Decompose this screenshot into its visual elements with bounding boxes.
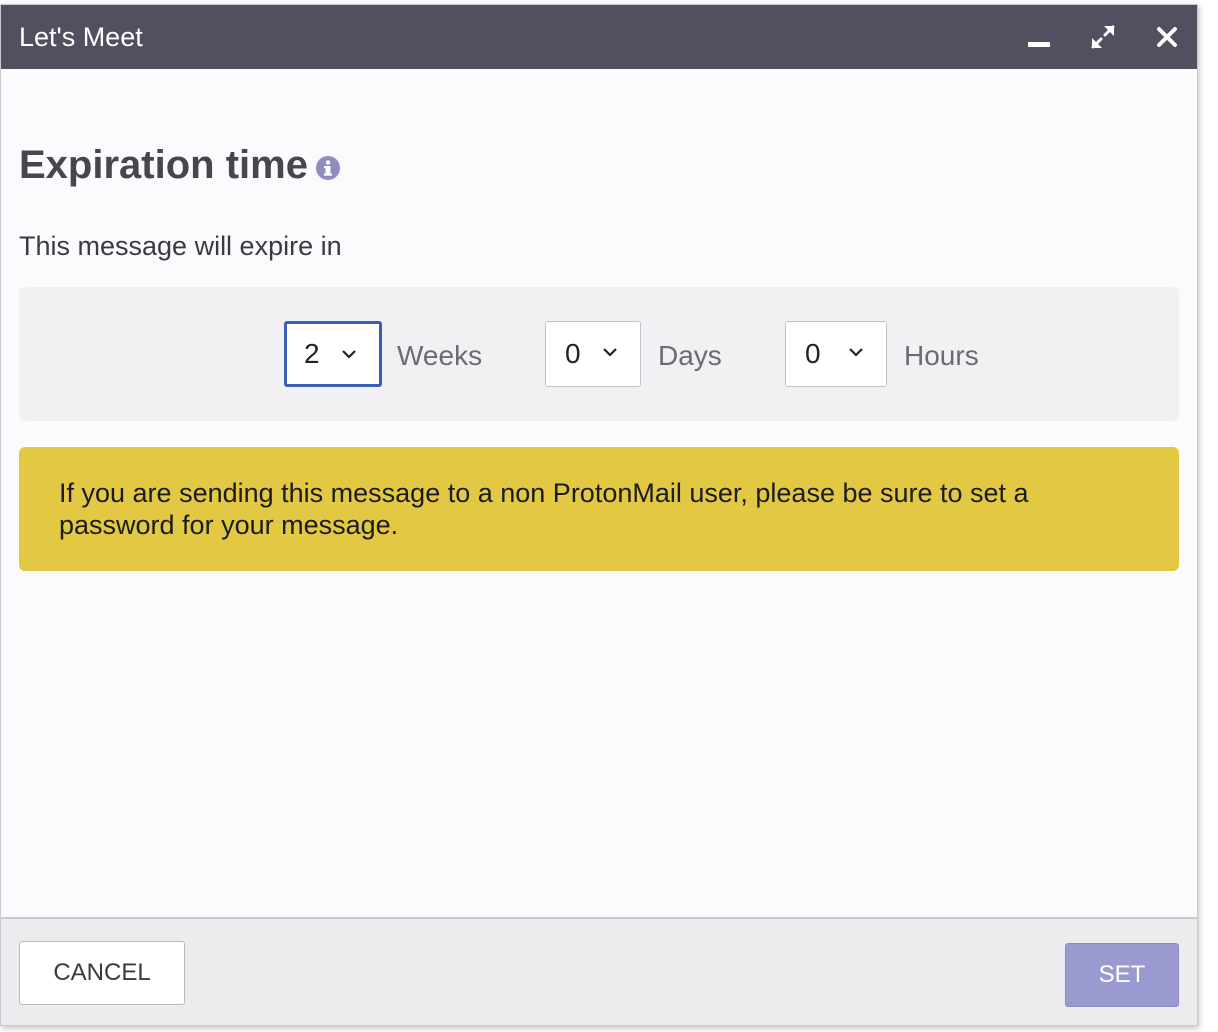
minimize-icon (1028, 42, 1050, 47)
weeks-select[interactable]: 2 (284, 321, 382, 387)
expand-icon (1091, 25, 1115, 49)
hours-value: 0 (805, 338, 821, 369)
weeks-value: 2 (304, 338, 320, 369)
expire-description: This message will expire in (19, 231, 342, 261)
expiration-picker: 2 Weeks 0 Days 0 Hours (19, 287, 1179, 421)
title-bar[interactable]: Let's Meet (1, 5, 1197, 69)
expiration-heading-text: Expiration time (19, 143, 308, 187)
days-value: 0 (565, 338, 581, 369)
modal-footer: CANCEL SET (1, 917, 1197, 1025)
hours-label: Hours (904, 340, 979, 371)
chevron-down-icon (849, 348, 863, 357)
weeks-label: Weeks (397, 340, 483, 371)
minimize-button[interactable] (1021, 19, 1057, 55)
days-select[interactable]: 0 (545, 321, 641, 387)
chevron-down-icon (342, 350, 356, 359)
warning-text: If you are sending this message to a non… (59, 478, 1029, 540)
password-warning: If you are sending this message to a non… (19, 447, 1179, 571)
window-title: Let's Meet (19, 22, 143, 52)
info-icon[interactable] (315, 156, 340, 180)
close-button[interactable] (1149, 19, 1185, 55)
set-button[interactable]: SET (1065, 943, 1179, 1007)
days-label: Days (658, 340, 722, 371)
expiration-heading: Expiration time (19, 141, 340, 189)
hours-select[interactable]: 0 (785, 321, 887, 387)
composer-window: Let's Meet Expiration time This message … (0, 4, 1198, 1026)
chevron-down-icon (603, 348, 617, 357)
maximize-button[interactable] (1085, 19, 1121, 55)
cancel-button[interactable]: CANCEL (19, 941, 185, 1005)
close-icon (1157, 27, 1177, 47)
